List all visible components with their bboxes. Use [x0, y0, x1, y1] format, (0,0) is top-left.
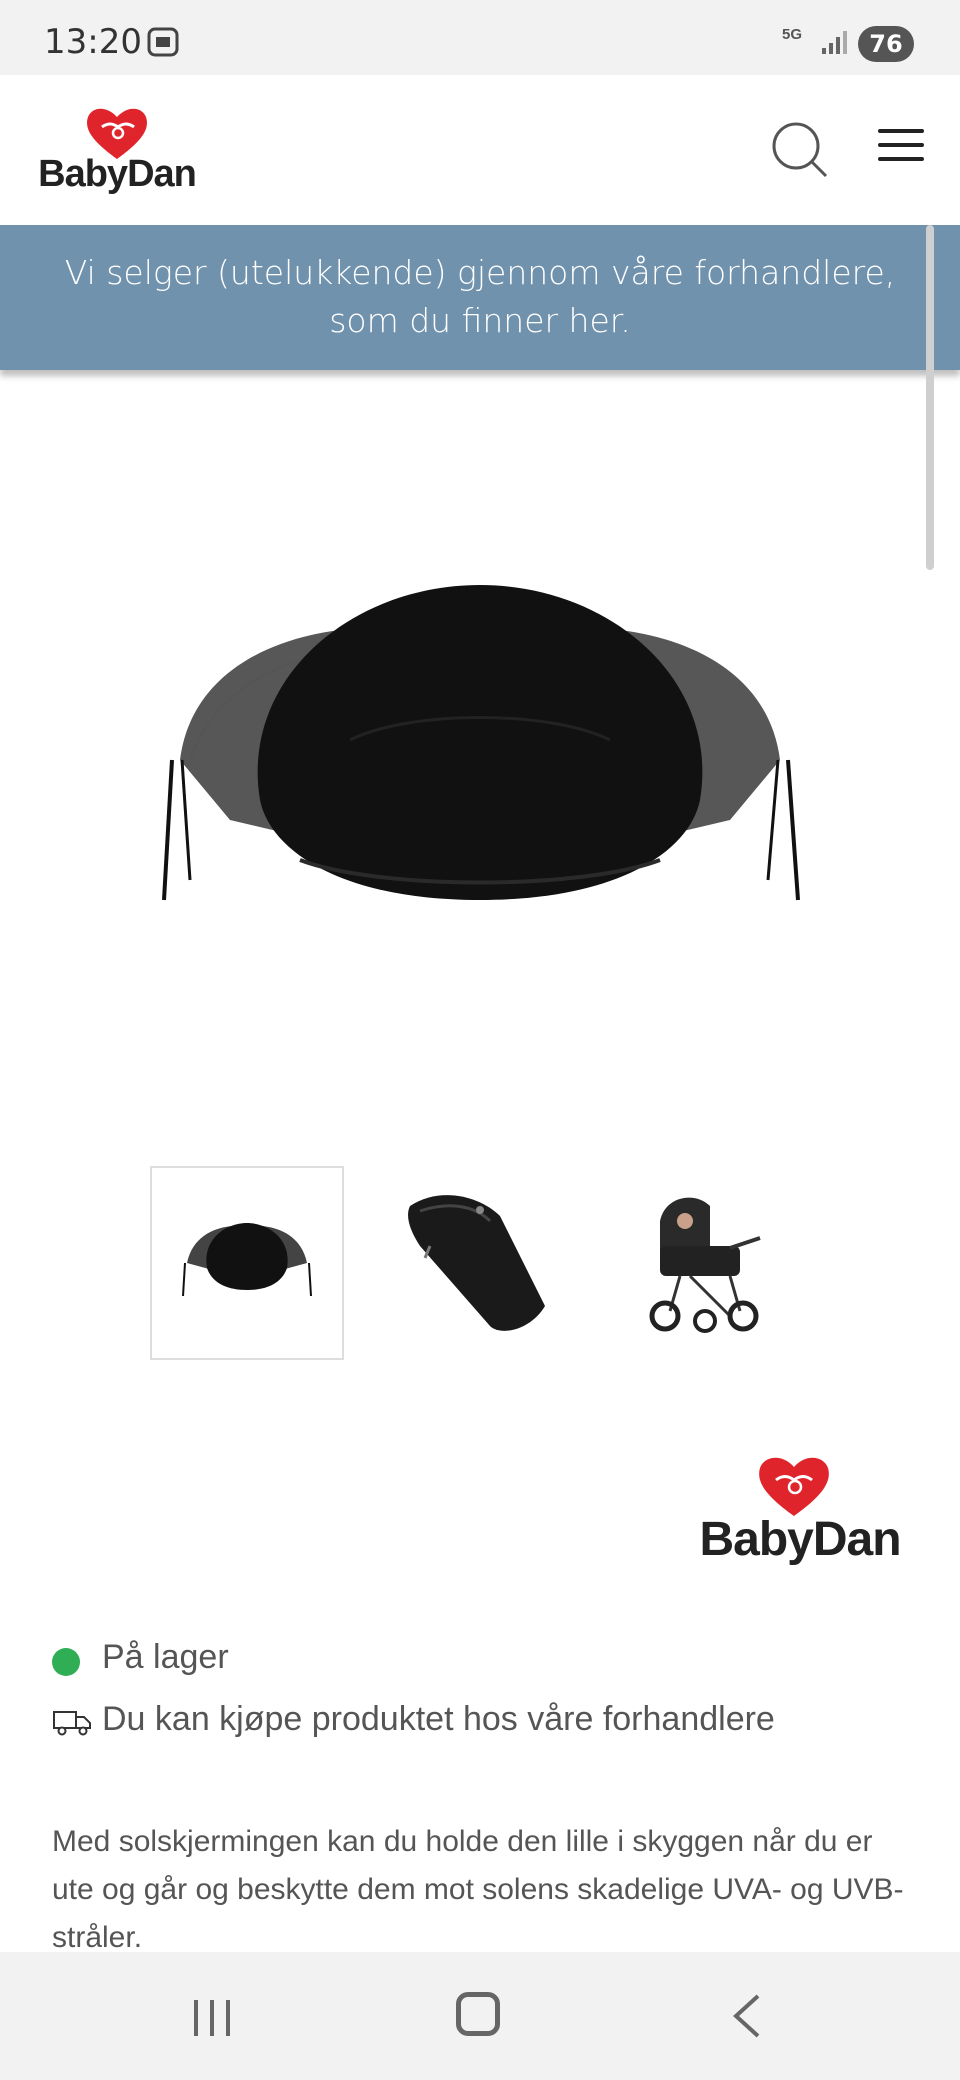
- thumbnail-canopy[interactable]: [150, 1166, 344, 1360]
- main-product-image[interactable]: [150, 560, 810, 980]
- recents-icon: [194, 2000, 230, 2036]
- brand-heart-icon: [759, 1457, 829, 1516]
- back-chevron-icon: [733, 1994, 760, 2038]
- stock-status-label: På lager: [102, 1638, 229, 1676]
- brand-logo[interactable]: BabyDan: [690, 1450, 910, 1580]
- back-button[interactable]: [730, 1992, 764, 2045]
- pouch-thumbnail-image: [408, 1195, 545, 1331]
- hamburger-icon-line: [878, 129, 924, 133]
- brand-logo-text: BabyDan: [699, 1513, 901, 1566]
- stroller-thumbnail-image: [649, 1197, 761, 1333]
- signal-icon: [820, 28, 848, 61]
- system-navigation-bar: [0, 1952, 960, 2080]
- babydan-logo[interactable]: BabyDan: [32, 103, 202, 203]
- battery-indicator: 76: [858, 26, 914, 62]
- hamburger-icon-line: [878, 143, 924, 147]
- home-button[interactable]: [456, 1992, 500, 2036]
- in-stock-indicator: [52, 1648, 80, 1676]
- thumbnail-stroller[interactable]: [610, 1166, 804, 1360]
- dealer-notice-banner[interactable]: Vi selger (utelukkende) gjennom våre for…: [0, 225, 960, 370]
- status-time: 13:20: [44, 22, 142, 62]
- status-bar: 13:20 5G 76: [0, 0, 960, 75]
- screenshot-icon: [146, 26, 180, 63]
- search-icon: [772, 122, 828, 178]
- search-button[interactable]: [770, 120, 830, 180]
- retail-info-label: Du kan kjøpe produktet hos våre forhandl…: [102, 1700, 775, 1738]
- logo-text: BabyDan: [38, 153, 197, 195]
- canopy-thumbnail-image: [182, 1223, 312, 1297]
- page-scrollbar[interactable]: [926, 225, 934, 570]
- sun-canopy-image: [162, 585, 800, 901]
- hamburger-icon-line: [878, 157, 924, 161]
- thumbnail-pouch[interactable]: [380, 1166, 574, 1360]
- hamburger-menu-button[interactable]: [878, 129, 924, 169]
- network-type: 5G: [782, 26, 803, 43]
- product-description: Med solskjermingen kan du holde den lill…: [52, 1825, 904, 1954]
- dealer-notice-text[interactable]: Vi selger (utelukkende) gjennom våre for…: [40, 249, 920, 345]
- thumbnail-gallery: [148, 1166, 808, 1362]
- site-header: BabyDan: [0, 75, 960, 225]
- recent-apps-button[interactable]: [190, 1996, 234, 2045]
- truck-icon: [52, 1706, 92, 1743]
